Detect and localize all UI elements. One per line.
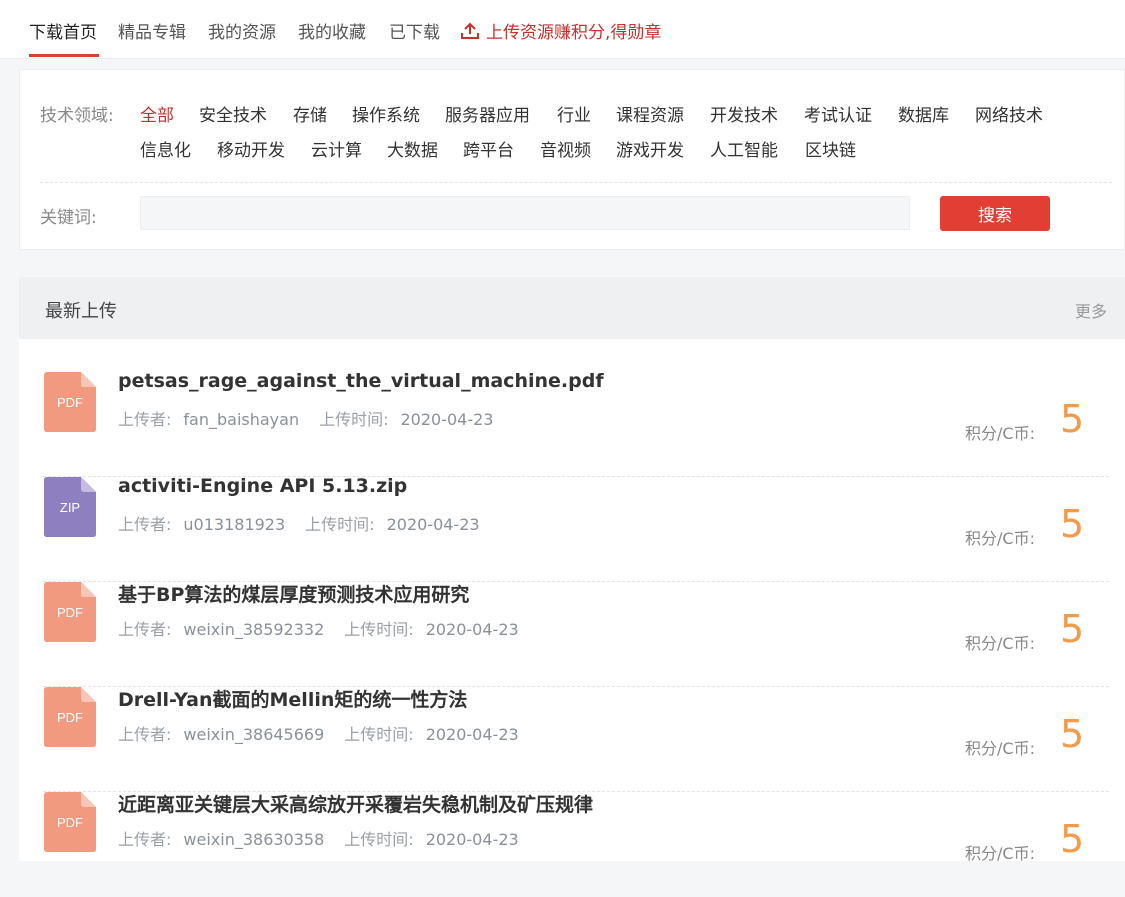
category-certification[interactable]: 考试认证	[804, 101, 872, 126]
file-name-link[interactable]: Drell-Yan截面的Mellin矩的统一性方法	[118, 685, 467, 712]
latest-uploads-header: 最新上传 更多	[19, 277, 1125, 339]
active-tab-underline	[29, 54, 99, 57]
uploader-name[interactable]: weixin_38630358	[183, 830, 324, 849]
uploader-label: 上传者:	[118, 620, 172, 639]
search-button[interactable]: 搜索	[940, 196, 1050, 231]
price-value: 5	[1060, 712, 1085, 756]
file-name-link[interactable]: petsas_rage_against_the_virtual_machine.…	[118, 370, 604, 392]
price-value: 5	[1060, 502, 1085, 546]
svg-text:PDF: PDF	[57, 815, 83, 830]
category-storage[interactable]: 存储	[293, 101, 327, 126]
uploader-name[interactable]: weixin_38592332	[183, 620, 324, 639]
upload-time: 2020-04-23	[425, 620, 519, 639]
svg-text:PDF: PDF	[57, 710, 83, 725]
category-big-data[interactable]: 大数据	[387, 136, 438, 161]
pdf-file-icon: PDF	[44, 372, 96, 432]
price-value: 5	[1060, 607, 1085, 651]
upload-time: 2020-04-23	[400, 410, 494, 429]
category-blockchain[interactable]: 区块链	[805, 136, 856, 161]
tab-my-resources[interactable]: 我的资源	[208, 18, 276, 43]
list-item: PDF 基于BP算法的煤层厚度预测技术应用研究 上传者: weixin_38592…	[19, 582, 1125, 687]
category-dev-tech[interactable]: 开发技术	[710, 101, 778, 126]
uploader-label: 上传者:	[118, 515, 172, 534]
more-link[interactable]: 更多	[1075, 298, 1107, 322]
category-server-apps[interactable]: 服务器应用	[445, 101, 530, 126]
upload-time: 2020-04-23	[386, 515, 480, 534]
pdf-file-icon: PDF	[44, 687, 96, 747]
price-label: 积分/C币:	[965, 739, 1035, 758]
category-ai[interactable]: 人工智能	[710, 136, 778, 161]
category-industry[interactable]: 行业	[557, 101, 591, 126]
category-audio-video[interactable]: 音视频	[540, 136, 591, 161]
keyword-input[interactable]	[140, 196, 910, 230]
section-title: 最新上传	[45, 301, 117, 322]
price-value: 5	[1060, 817, 1085, 861]
list-item: PDF 近距离亚关键层大采高综放开采覆岩失稳机制及矿压规律 上传者: weixin…	[19, 792, 1125, 897]
upload-time-label: 上传时间:	[319, 410, 389, 429]
pdf-file-icon: PDF	[44, 582, 96, 642]
file-name-link[interactable]: 基于BP算法的煤层厚度预测技术应用研究	[118, 580, 469, 607]
category-mobile-dev[interactable]: 移动开发	[217, 136, 285, 161]
tab-my-favorites[interactable]: 我的收藏	[298, 18, 366, 43]
category-network[interactable]: 网络技术	[975, 101, 1043, 126]
list-item: ZIP activiti-Engine API 5.13.zip 上传者: u01…	[19, 475, 1125, 582]
tab-download-home[interactable]: 下载首页	[29, 18, 97, 43]
list-item: PDF Drell-Yan截面的Mellin矩的统一性方法 上传者: weixin…	[19, 687, 1125, 792]
file-meta: 上传者: weixin_38645669 上传时间: 2020-04-23	[118, 721, 519, 745]
price-label: 积分/C币:	[965, 529, 1035, 548]
price-label: 积分/C币:	[965, 844, 1035, 863]
category-os[interactable]: 操作系统	[352, 101, 420, 126]
upload-time: 2020-04-23	[425, 725, 519, 744]
uploader-name[interactable]: u013181923	[183, 515, 285, 534]
uploader-label: 上传者:	[118, 410, 172, 429]
file-meta: 上传者: weixin_38630358 上传时间: 2020-04-23	[118, 826, 519, 850]
category-cloud[interactable]: 云计算	[311, 136, 362, 161]
svg-text:PDF: PDF	[57, 605, 83, 620]
uploader-label: 上传者:	[118, 725, 172, 744]
tab-downloaded[interactable]: 已下载	[389, 18, 440, 43]
category-informatization[interactable]: 信息化	[140, 136, 191, 161]
pdf-file-icon: PDF	[44, 792, 96, 852]
zip-file-icon: ZIP	[44, 477, 96, 537]
list-item: PDF petsas_rage_against_the_virtual_mach…	[19, 370, 1125, 477]
uploader-label: 上传者:	[118, 830, 172, 849]
category-game-dev[interactable]: 游戏开发	[616, 136, 684, 161]
upload-time-label: 上传时间:	[344, 830, 414, 849]
top-nav: 下载首页 精品专辑 我的资源 我的收藏 已下载 上传资源赚积分,得勋章	[0, 0, 1125, 59]
keyword-label: 关键词:	[40, 208, 97, 228]
category-cross-platform[interactable]: 跨平台	[463, 136, 514, 161]
file-name-link[interactable]: activiti-Engine API 5.13.zip	[118, 475, 407, 497]
upload-icon	[461, 22, 479, 39]
upload-time-label: 上传时间:	[344, 620, 414, 639]
upload-resource-label: 上传资源赚积分,得勋章	[486, 23, 662, 43]
category-courses[interactable]: 课程资源	[616, 101, 684, 126]
file-meta: 上传者: u013181923 上传时间: 2020-04-23	[118, 511, 480, 535]
upload-time-label: 上传时间:	[305, 515, 375, 534]
upload-time: 2020-04-23	[425, 830, 519, 849]
upload-resource-link[interactable]: 上传资源赚积分,得勋章	[460, 18, 661, 43]
file-meta: 上传者: fan_baishayan 上传时间: 2020-04-23	[118, 406, 493, 430]
svg-text:ZIP: ZIP	[60, 500, 80, 515]
price-value: 5	[1060, 397, 1085, 441]
uploader-name[interactable]: fan_baishayan	[183, 410, 299, 429]
uploader-name[interactable]: weixin_38645669	[183, 725, 324, 744]
file-meta: 上传者: weixin_38592332 上传时间: 2020-04-23	[118, 616, 519, 640]
tab-premium-albums[interactable]: 精品专辑	[118, 18, 186, 43]
category-security[interactable]: 安全技术	[199, 101, 267, 126]
filter-divider	[40, 182, 1112, 183]
upload-time-label: 上传时间:	[344, 725, 414, 744]
price-label: 积分/C币:	[965, 634, 1035, 653]
file-name-link[interactable]: 近距离亚关键层大采高综放开采覆岩失稳机制及矿压规律	[118, 790, 593, 817]
category-database[interactable]: 数据库	[898, 101, 949, 126]
tech-domain-label: 技术领域:	[40, 106, 114, 126]
svg-text:PDF: PDF	[57, 395, 83, 410]
latest-uploads-panel: 最新上传 更多 PDF petsas_rage_against_the_virt…	[19, 277, 1125, 863]
category-all[interactable]: 全部	[140, 101, 174, 126]
filter-panel: 技术领域: 全部 安全技术 存储 操作系统 服务器应用 行业 课程资源 开发技术…	[19, 69, 1125, 250]
price-label: 积分/C币:	[965, 424, 1035, 443]
